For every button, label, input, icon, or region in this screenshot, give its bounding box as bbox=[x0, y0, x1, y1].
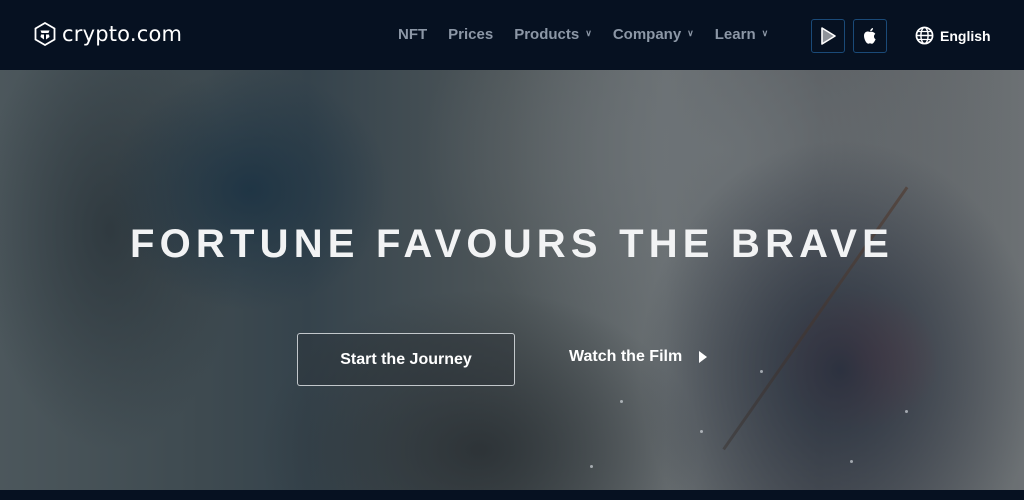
nav-item-prices[interactable]: Prices bbox=[448, 26, 493, 43]
crypto-com-logo[interactable]: crypto.com bbox=[34, 22, 182, 46]
language-selector[interactable]: English bbox=[915, 26, 991, 45]
nav-item-company[interactable]: Company ∨ bbox=[613, 26, 694, 43]
snow-speck bbox=[700, 430, 703, 433]
chevron-down-icon: ∨ bbox=[761, 28, 769, 38]
chevron-down-icon: ∨ bbox=[687, 28, 694, 38]
hero-title: FORTUNE FAVOURS THE BRAVE bbox=[129, 222, 895, 266]
nav-item-label: NFT bbox=[398, 26, 428, 43]
snow-speck bbox=[590, 465, 593, 468]
crypto-com-logo-icon bbox=[34, 22, 56, 46]
google-play-button[interactable] bbox=[811, 19, 845, 53]
snow-speck bbox=[905, 410, 908, 413]
chevron-down-icon: ∨ bbox=[585, 28, 592, 38]
site-header: crypto.com NFT Prices Products ∨ Company… bbox=[0, 0, 1024, 70]
snow-speck bbox=[850, 460, 853, 463]
watch-film-button[interactable]: Watch the Film bbox=[569, 348, 708, 366]
globe-icon bbox=[915, 26, 934, 45]
nav-item-label: Company bbox=[612, 26, 682, 43]
nav-item-learn[interactable]: Learn ∨ bbox=[715, 26, 768, 43]
apple-icon bbox=[864, 28, 876, 44]
nav-item-products[interactable]: Products ∨ bbox=[514, 26, 592, 43]
app-store-button[interactable] bbox=[853, 19, 887, 53]
start-journey-button[interactable]: Start the Journey bbox=[297, 333, 515, 386]
google-play-icon bbox=[821, 27, 836, 45]
nav-item-label: Prices bbox=[448, 26, 494, 43]
snow-speck bbox=[620, 400, 623, 403]
main-nav: NFT Prices Products ∨ Company ∨ Learn ∨ bbox=[398, 26, 789, 43]
hero-section: FORTUNE FAVOURS THE BRAVE Start the Jour… bbox=[0, 70, 1024, 490]
nav-item-label: Products bbox=[514, 26, 580, 43]
language-label: English bbox=[940, 27, 991, 44]
logo-text: crypto.com bbox=[62, 22, 183, 46]
start-journey-label: Start the Journey bbox=[340, 350, 472, 368]
nav-item-nft[interactable]: NFT bbox=[398, 26, 427, 43]
play-icon bbox=[699, 351, 708, 363]
snow-speck bbox=[760, 370, 763, 373]
watch-film-label: Watch the Film bbox=[569, 348, 683, 365]
next-section-edge bbox=[0, 490, 1024, 500]
nav-item-label: Learn bbox=[714, 26, 756, 43]
